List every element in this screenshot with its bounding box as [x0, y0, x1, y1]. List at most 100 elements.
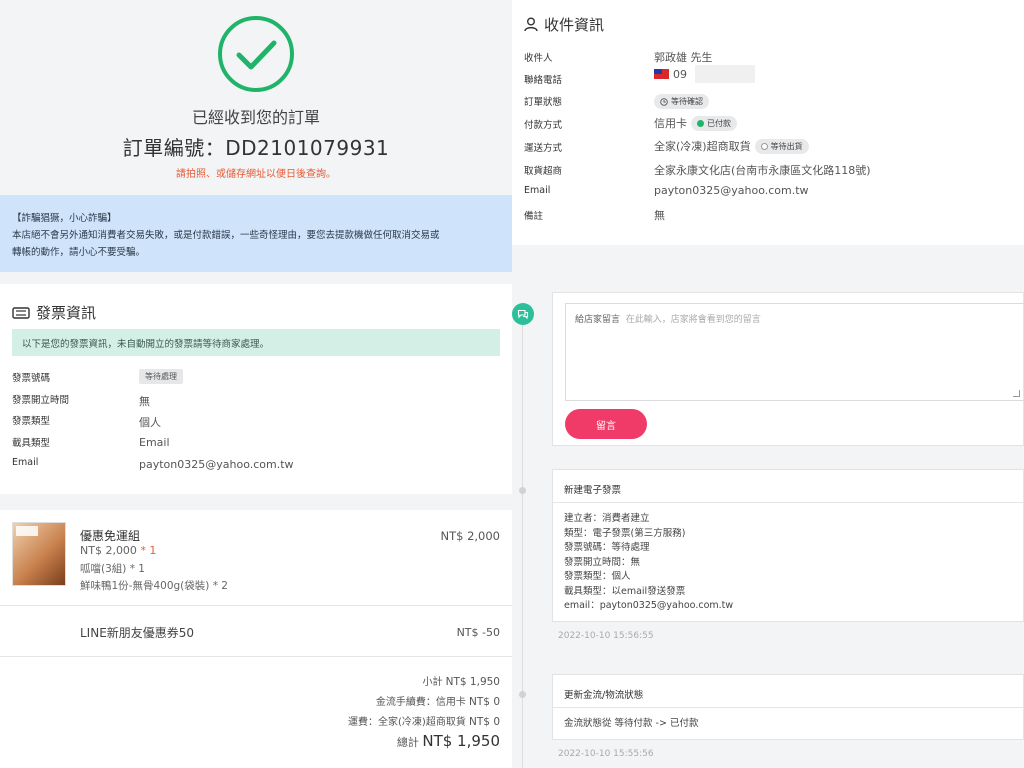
shipping-fee-label: 運費：全家(冷凍)超商取貨: [348, 717, 466, 728]
check-circle-icon: [218, 16, 294, 92]
fraud-warning-body: 本店絕不會另外通知消費者交易失敗，或是付款錯誤，一些奇怪理由，要您去提款機做任何…: [12, 230, 440, 241]
phone-value: 09: [654, 65, 755, 83]
ticket-icon: [12, 306, 30, 319]
recipient-title: 收件資訊: [524, 14, 604, 35]
phone-redaction: [695, 65, 755, 83]
delivery-value: 全家(冷凍)超商取貨 等待出貨: [654, 138, 809, 154]
phone-number: 09: [673, 67, 687, 81]
save-url-hint: 請拍照、或儲存網址以便日後查詢。: [176, 169, 336, 180]
invoice-notice: 以下是您的發票資訊，未自動開立的發票請等待商家處理。: [12, 329, 500, 356]
order-right-panel: 收件資訊 收件人 郭政雄 先生 聯絡電話 09 訂單狀態 等待確認 付款方式 信…: [512, 0, 1024, 768]
grand-total-value: NT$ 1,950: [422, 732, 500, 750]
product-price: NT$ 2,000 * 1: [80, 544, 156, 557]
recipient-name-label: 收件人: [524, 53, 553, 64]
invoice-title-label: 發票資訊: [36, 304, 97, 322]
order-received-text: 已經收到您的訂單: [191, 108, 320, 127]
delivery-status-badge: 等待出貨: [754, 138, 809, 154]
invoice-row-value: 等待處理: [139, 369, 183, 384]
message-label: 給店家留言: [575, 315, 621, 325]
invoice-row-value: payton0325@yahoo.com.tw: [139, 458, 294, 471]
invoice-title: 發票資訊: [12, 302, 96, 323]
post-message-button[interactable]: 留言: [565, 409, 647, 439]
user-icon: [524, 17, 538, 32]
order-left-panel: 已經收到您的訂單 訂單編號：DD2101079931 請拍照、或儲存網址以便日後…: [0, 0, 512, 768]
fraud-warning: 【詐騙猖獗，小心詐騙】 本店絕不會另外通知消費者交易失敗，或是付款錯誤，一些奇怪…: [0, 195, 512, 272]
divider: [553, 502, 1023, 503]
log-line: 建立者：消費者建立: [564, 513, 650, 524]
taiwan-flag-icon: [654, 69, 669, 79]
product-image[interactable]: [12, 522, 66, 586]
product-name[interactable]: 優惠免運組: [80, 527, 140, 544]
invoice-row-key: 發票開立時間: [12, 395, 70, 406]
grand-total-label: 總計: [396, 736, 419, 749]
payment-label: 付款方式: [524, 120, 563, 131]
invoice-row-key: Email: [12, 457, 39, 468]
invoice-card: 發票資訊 以下是您的發票資訊，未自動開立的發票請等待商家處理。 發票號碼 等待處…: [0, 284, 512, 494]
log-line: 發票類型：個人: [564, 571, 631, 582]
message-textarea[interactable]: 給店家留言 在此輸入，店家將會看到您的留言: [565, 303, 1024, 401]
status-badge: 等待處理: [139, 369, 183, 384]
email-label: Email: [524, 185, 551, 196]
order-number: 訂單編號：DD2101079931: [122, 136, 390, 160]
log-entry-card: 更新金流/物流狀態 金流狀態從 等待付款 -> 已付款: [552, 674, 1024, 740]
recipient-card: 收件資訊 收件人 郭政雄 先生 聯絡電話 09 訂單狀態 等待確認 付款方式 信…: [512, 0, 1024, 245]
shipping-fee-value: NT$ 0: [469, 716, 500, 728]
recipient-title-label: 收件資訊: [544, 16, 605, 34]
success-header: 已經收到您的訂單 訂單編號：DD2101079931 請拍照、或儲存網址以便日後…: [0, 0, 512, 195]
timeline-dot: [519, 691, 526, 698]
log-line: 金流狀態從 等待付款 -> 已付款: [564, 718, 699, 729]
order-status-badge: 等待確認: [654, 94, 709, 109]
invoice-row-value: 無: [139, 395, 150, 408]
product-unit-price: NT$ 2,000: [80, 544, 137, 557]
log-line: 發票號碼：等待處理: [564, 542, 650, 553]
pending-dot-icon: [760, 142, 768, 150]
phone-label: 聯絡電話: [524, 75, 563, 86]
payment-fee-label: 金流手續費：信用卡: [375, 697, 466, 708]
delivery-method: 全家(冷凍)超商取貨: [654, 140, 751, 153]
message-placeholder: 在此輸入，店家將會看到您的留言: [625, 315, 761, 325]
delivery-label: 運送方式: [524, 143, 563, 154]
payment-status-text: 已付款: [707, 118, 731, 128]
invoice-row-value: Email: [139, 436, 170, 449]
fraud-warning-body-2: 轉帳的動作，請小心不要受騙。: [12, 247, 146, 258]
product-option: 鮮味鴨1份-無骨400g(袋裝) * 2: [80, 580, 228, 592]
payment-status-badge: 已付款: [691, 115, 737, 131]
note-value: 無: [654, 209, 665, 222]
log-line: 發票開立時間：無: [564, 556, 641, 568]
log-line: 類型：電子發票(第三方服務): [564, 527, 686, 539]
log-line: 載具類型：以email發送發票: [564, 585, 686, 597]
message-card: 給店家留言 在此輸入，店家將會看到您的留言 留言: [552, 292, 1024, 446]
product-quantity: * 1: [140, 544, 157, 557]
clock-icon: [660, 97, 668, 106]
order-status-label: 訂單狀態: [524, 97, 563, 108]
delivery-status-text: 等待出貨: [770, 141, 803, 151]
coupon-amount: NT$ -50: [456, 626, 500, 639]
order-items-card: 優惠免運組 NT$ 2,000 * 1 呱噹(3組) * 1 鮮味鴨1份-無骨4…: [0, 510, 512, 768]
divider: [0, 605, 512, 606]
invoice-row-value: 個人: [139, 416, 161, 429]
order-status-text: 等待確認: [671, 97, 703, 106]
resize-handle[interactable]: [1013, 390, 1020, 397]
log-entry-time: 2022-10-10 15:55:56: [558, 749, 654, 759]
shipping-fee-row: 運費：全家(冷凍)超商取貨 NT$ 0: [348, 713, 500, 728]
fraud-warning-title: 【詐騙猖獗，小心詐騙】: [12, 213, 117, 224]
divider: [0, 656, 512, 657]
chat-bubble-icon: [512, 303, 534, 325]
payment-method: 信用卡: [654, 117, 687, 130]
log-entry-body: 建立者：消費者建立 類型：電子發票(第三方服務) 發票號碼：等待處理 發票開立時…: [564, 512, 733, 614]
timeline-dot: [519, 487, 526, 494]
payment-fee-row: 金流手續費：信用卡 NT$ 0: [376, 693, 500, 708]
recipient-email: payton0325@yahoo.com.tw: [654, 184, 809, 197]
payment-value: 信用卡 已付款: [654, 115, 737, 131]
product-line-total: NT$ 2,000: [440, 529, 500, 543]
recipient-name: 郭政雄 先生: [654, 51, 713, 64]
coupon-name: LINE新朋友優惠券50: [80, 626, 195, 640]
note-label: 備註: [524, 211, 544, 222]
grand-total-row: 總計 NT$ 1,950: [397, 732, 500, 750]
store-label: 取貨超商: [524, 166, 563, 177]
log-entry-title: 新建電子發票: [564, 485, 622, 496]
timeline-line: [522, 312, 523, 768]
subtotal-row: 小計 NT$ 1,950: [422, 673, 500, 688]
payment-fee-value: NT$ 0: [469, 696, 500, 708]
order-status-value: 等待確認: [654, 94, 709, 109]
